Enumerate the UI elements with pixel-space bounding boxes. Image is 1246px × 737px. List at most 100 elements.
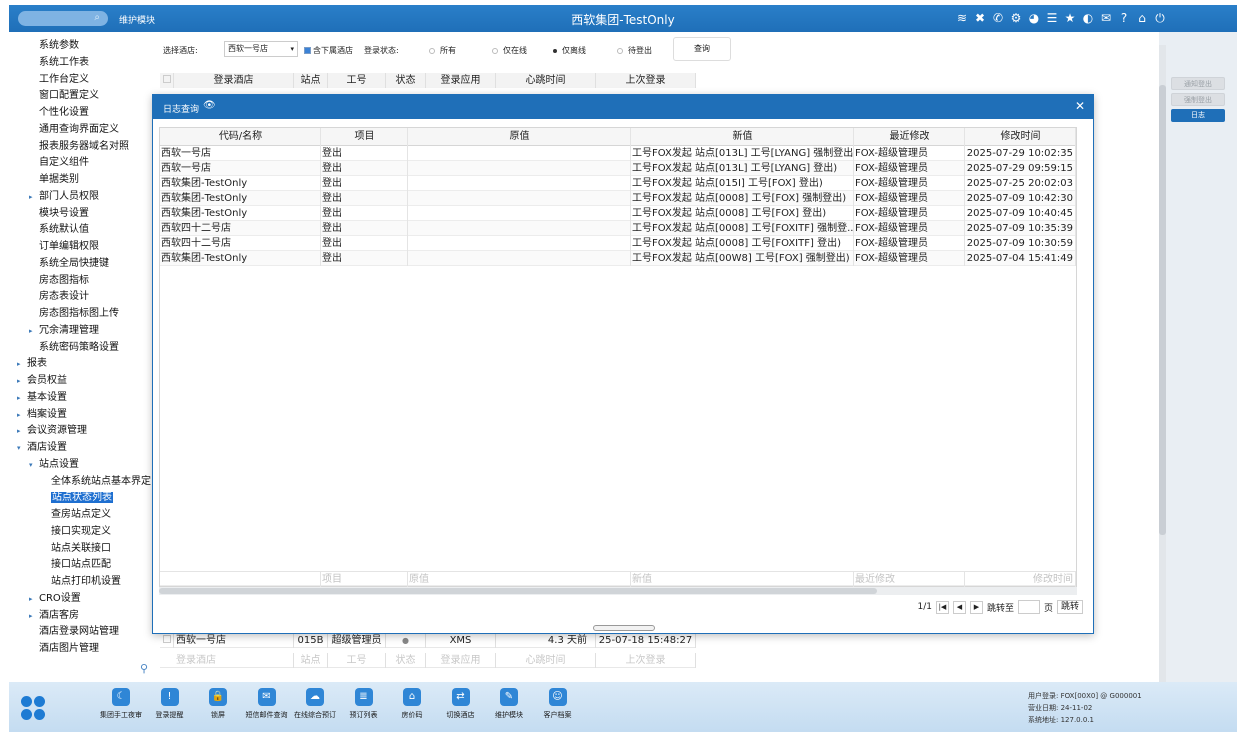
tree-item[interactable]: 站点打印机设置 [51,574,121,590]
tree-item[interactable]: 接口实现定义 [51,524,111,540]
next-page-icon[interactable]: ▶ [969,600,983,614]
tree-item[interactable]: 单据类别 [39,172,79,188]
theme-icon[interactable]: ◐ [1081,10,1095,26]
table-row[interactable]: 西软四十二号店 登出 工号FOX发起 站点[0008] 工号[FOXITF] 强制登… [160,221,1076,236]
tree-item[interactable]: 自定义组件 [39,155,89,171]
tree-item[interactable]: 系统参数 [39,38,79,54]
select-all-checkbox[interactable] [160,73,174,88]
tree-item[interactable]: 通用查询界面定义 [39,122,119,138]
tree-item[interactable]: ▸ CRO设置 [29,591,81,607]
table-row[interactable]: 西软集团-TestOnly 登出 工号FOX发起 站点[015I] 工号[FOX] … [160,176,1076,191]
tools-icon[interactable]: ✖ [973,10,987,26]
tree-item[interactable]: ▸ 冗余清理管理 [29,323,99,339]
column-header[interactable]: 登录酒店 [174,73,294,88]
tree-item[interactable]: 订单编辑权限 [39,239,99,255]
table-row[interactable]: 西软集团-TestOnly 登出 工号FOX发起 站点[00W8] 工号[FOX] … [160,251,1076,266]
notify-logout-button[interactable]: 通知登出 [1171,77,1225,90]
tree-item[interactable]: 查房站点定义 [51,507,111,523]
table-row[interactable]: 西软一号店 登出 工号FOX发起 站点[013L] 工号[LYANG] 强制登出) F… [160,146,1076,161]
tree-item[interactable]: ▸ 部门人员权限 [29,189,99,205]
resize-handle[interactable] [593,625,655,631]
power-icon[interactable]: ⏻ [1153,10,1167,26]
tree-item[interactable]: ▸ 报表 [17,356,47,372]
wifi-icon[interactable]: ≋ [955,10,969,26]
close-icon[interactable]: ✕ [1075,99,1085,113]
column-header[interactable]: 登录应用 [426,73,496,88]
chevron-right-icon[interactable]: ▸ [29,323,33,339]
tree-item[interactable]: 工作台定义 [39,72,89,88]
home-icon[interactable]: ⌂ [1135,10,1149,26]
chevron-right-icon[interactable]: ▸ [17,423,21,439]
table-row[interactable]: 西软一号店 登出 工号FOX发起 站点[013L] 工号[LYANG] 登出) FOX… [160,161,1076,176]
tree-item[interactable]: 接口站点匹配 [51,557,111,573]
main-scrollbar[interactable] [1159,45,1166,685]
tree-item[interactable]: ▾ 站点设置 [29,457,79,473]
menu-icon[interactable]: ☰ [1045,10,1059,26]
column-header[interactable]: 代码/名称 [160,128,321,146]
tree-item[interactable]: 系统全局快捷键 [39,256,109,272]
prev-page-icon[interactable]: ◀ [952,600,966,614]
column-header[interactable]: 项目 [321,128,408,146]
tree-item[interactable]: 系统工作表 [39,55,89,71]
column-header[interactable]: 心跳时间 [496,73,596,88]
column-header[interactable]: 上次登录 [596,73,696,88]
column-header[interactable]: 修改时间 [965,128,1076,146]
column-header[interactable]: 站点 [294,73,328,88]
chevron-right-icon[interactable]: ▸ [17,407,21,423]
grid-horizontal-scrollbar[interactable] [159,587,1077,595]
page-number-input[interactable] [1017,600,1040,614]
column-header[interactable]: 工号 [328,73,386,88]
column-header[interactable]: 新值 [631,128,854,146]
mail-icon[interactable]: ✉ [1099,10,1113,26]
chevron-right-icon[interactable]: ▸ [17,356,21,372]
force-logout-button[interactable]: 强制登出 [1171,93,1225,106]
scrollbar-thumb[interactable] [1159,85,1166,535]
column-header[interactable]: 状态 [386,73,426,88]
tree-item[interactable]: ▸ 酒店客房 [29,608,79,624]
chevron-right-icon[interactable]: ▸ [29,189,33,205]
toolbar-button[interactable]: ☺ 客户档案 [530,686,586,720]
star-icon[interactable]: ★ [1063,10,1077,26]
tree-item[interactable]: 站点状态列表 [51,490,113,506]
jump-button[interactable]: 跳转 [1056,600,1083,614]
table-row[interactable]: 西软四十二号店 登出 工号FOX发起 站点[0008] 工号[FOXITF] 登出)… [160,236,1076,251]
radio-offline[interactable]: 仅离线 [553,45,586,56]
chevron-right-icon[interactable]: ▸ [29,608,33,624]
chevron-down-icon[interactable]: ▾ [29,457,33,473]
tree-item[interactable]: 全体系统站点基本界定 [51,474,151,490]
chevron-right-icon[interactable]: ▸ [17,373,21,389]
scrollbar-thumb[interactable] [159,588,877,594]
column-header[interactable]: 原值 [408,128,631,146]
tree-item[interactable]: ▸ 基本设置 [17,390,67,406]
tree-item[interactable]: 酒店登录网站管理 [39,624,119,640]
tree-item[interactable]: 报表服务器域名对照 [39,139,129,155]
settings-gear-icon[interactable]: ⚙ [1009,10,1023,26]
tree-item[interactable]: 房态表设计 [39,289,89,305]
tree-item[interactable]: ▸ 会议资源管理 [17,423,87,439]
hotel-select[interactable]: 西软一号店 ▾ [224,41,298,57]
tree-item[interactable]: 站点关联接口 [51,541,111,557]
chevron-right-icon[interactable]: ▸ [29,591,33,607]
palette-icon[interactable]: ◕ [1027,10,1041,26]
row-checkbox[interactable] [160,633,174,648]
query-button[interactable]: 查询 [673,37,731,61]
tree-item[interactable]: ▸ 档案设置 [17,407,67,423]
chevron-down-icon[interactable]: ▾ [17,440,21,456]
tree-item[interactable]: 模块号设置 [39,206,89,222]
eye-icon[interactable]: 👁 [203,100,216,111]
table-row[interactable]: 西软一号店 015B 超级管理员 ● XMS 4.3 天前 25-07-18 1… [160,633,696,648]
tree-item[interactable]: 房态图指标 [39,273,89,289]
column-header[interactable]: 最近修改 [854,128,965,146]
search-icon[interactable]: ⚲ [140,662,148,675]
include-sub-checkbox[interactable]: 含下属酒店 [304,45,353,56]
tree-item[interactable]: 系统密码策略设置 [39,340,119,356]
tree-item[interactable]: 窗口配置定义 [39,88,99,104]
table-row[interactable]: 西软集团-TestOnly 登出 工号FOX发起 站点[0008] 工号[FOX] … [160,206,1076,221]
tree-item[interactable]: ▸ 会员权益 [17,373,67,389]
table-row[interactable]: 西软集团-TestOnly 登出 工号FOX发起 站点[0008] 工号[FOX] … [160,191,1076,206]
radio-online[interactable]: 仅在线 [492,45,527,56]
tree-item[interactable]: ▾ 酒店设置 [17,440,67,456]
tree-item[interactable]: 酒店图片管理 [39,641,99,657]
dialog-title-bar[interactable]: 日志查询 👁 ✕ [153,95,1093,119]
phone-icon[interactable]: ✆ [991,10,1005,26]
